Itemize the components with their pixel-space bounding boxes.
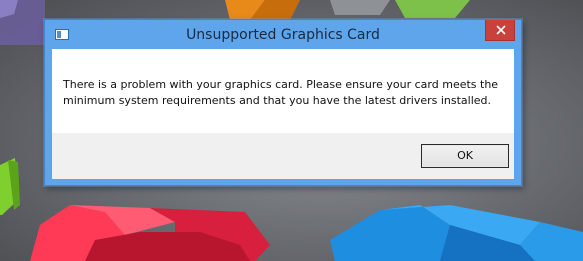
close-button[interactable] [485, 20, 515, 41]
ok-button[interactable]: OK [421, 144, 509, 168]
dialog-body: There is a problem with your graphics ca… [52, 49, 514, 179]
title-bar[interactable]: Unsupported Graphics Card [45, 20, 521, 49]
error-dialog: Unsupported Graphics Card There is a pro… [44, 19, 522, 186]
close-icon [496, 25, 506, 35]
dialog-title: Unsupported Graphics Card [186, 27, 380, 43]
message-area: There is a problem with your graphics ca… [52, 49, 514, 133]
error-message: There is a problem with your graphics ca… [63, 78, 499, 107]
